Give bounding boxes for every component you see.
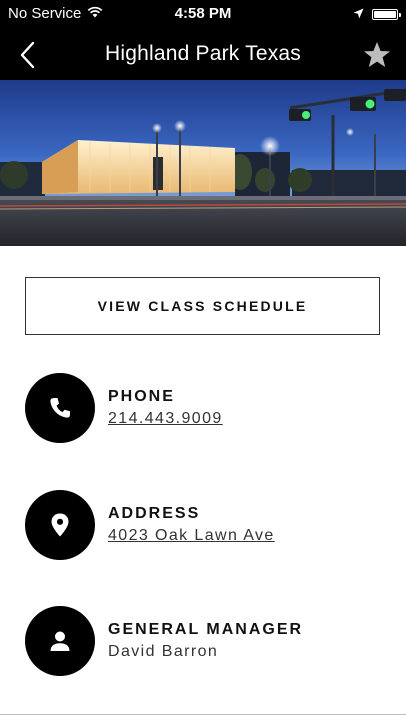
phone-icon-circle[interactable] <box>25 373 95 443</box>
manager-label: GENERAL MANAGER <box>108 621 304 638</box>
address-icon-circle[interactable] <box>25 490 95 560</box>
phone-text: PHONE 214.443.9009 <box>108 388 223 428</box>
manager-icon-circle <box>25 606 95 676</box>
back-button[interactable] <box>10 37 46 73</box>
view-class-schedule-button[interactable]: VIEW CLASS SCHEDULE <box>25 277 380 335</box>
manager-row: GENERAL MANAGER David Barron <box>25 606 385 676</box>
address-link[interactable]: 4023 Oak Lawn Ave <box>108 527 275 545</box>
map-pin-icon <box>51 513 69 537</box>
person-icon <box>50 631 70 651</box>
location-arrow-icon <box>353 6 364 23</box>
favorite-button[interactable] <box>358 36 396 74</box>
address-text: ADDRESS 4023 Oak Lawn Ave <box>108 505 275 545</box>
phone-number-link[interactable]: 214.443.9009 <box>108 410 223 428</box>
address-label: ADDRESS <box>108 505 201 522</box>
location-photo <box>0 80 406 246</box>
phone-row: PHONE 214.443.9009 <box>25 373 385 443</box>
divider <box>0 714 406 715</box>
star-icon <box>364 42 390 67</box>
screen: No Service 4:58 PM Highland Park Texas V… <box>0 0 406 720</box>
phone-label: PHONE <box>108 388 175 405</box>
nav-bar: Highland Park Texas <box>0 30 406 80</box>
manager-name: David Barron <box>108 643 219 660</box>
address-row: ADDRESS 4023 Oak Lawn Ave <box>25 490 385 560</box>
status-bar: No Service 4:58 PM <box>0 0 406 30</box>
status-time: 4:58 PM <box>174 5 232 22</box>
status-right <box>353 6 401 23</box>
chevron-left-icon <box>20 41 35 69</box>
page-title: Highland Park Texas <box>104 42 302 65</box>
phone-icon <box>50 398 70 418</box>
manager-text: GENERAL MANAGER David Barron <box>108 621 303 661</box>
battery-icon <box>372 9 401 20</box>
